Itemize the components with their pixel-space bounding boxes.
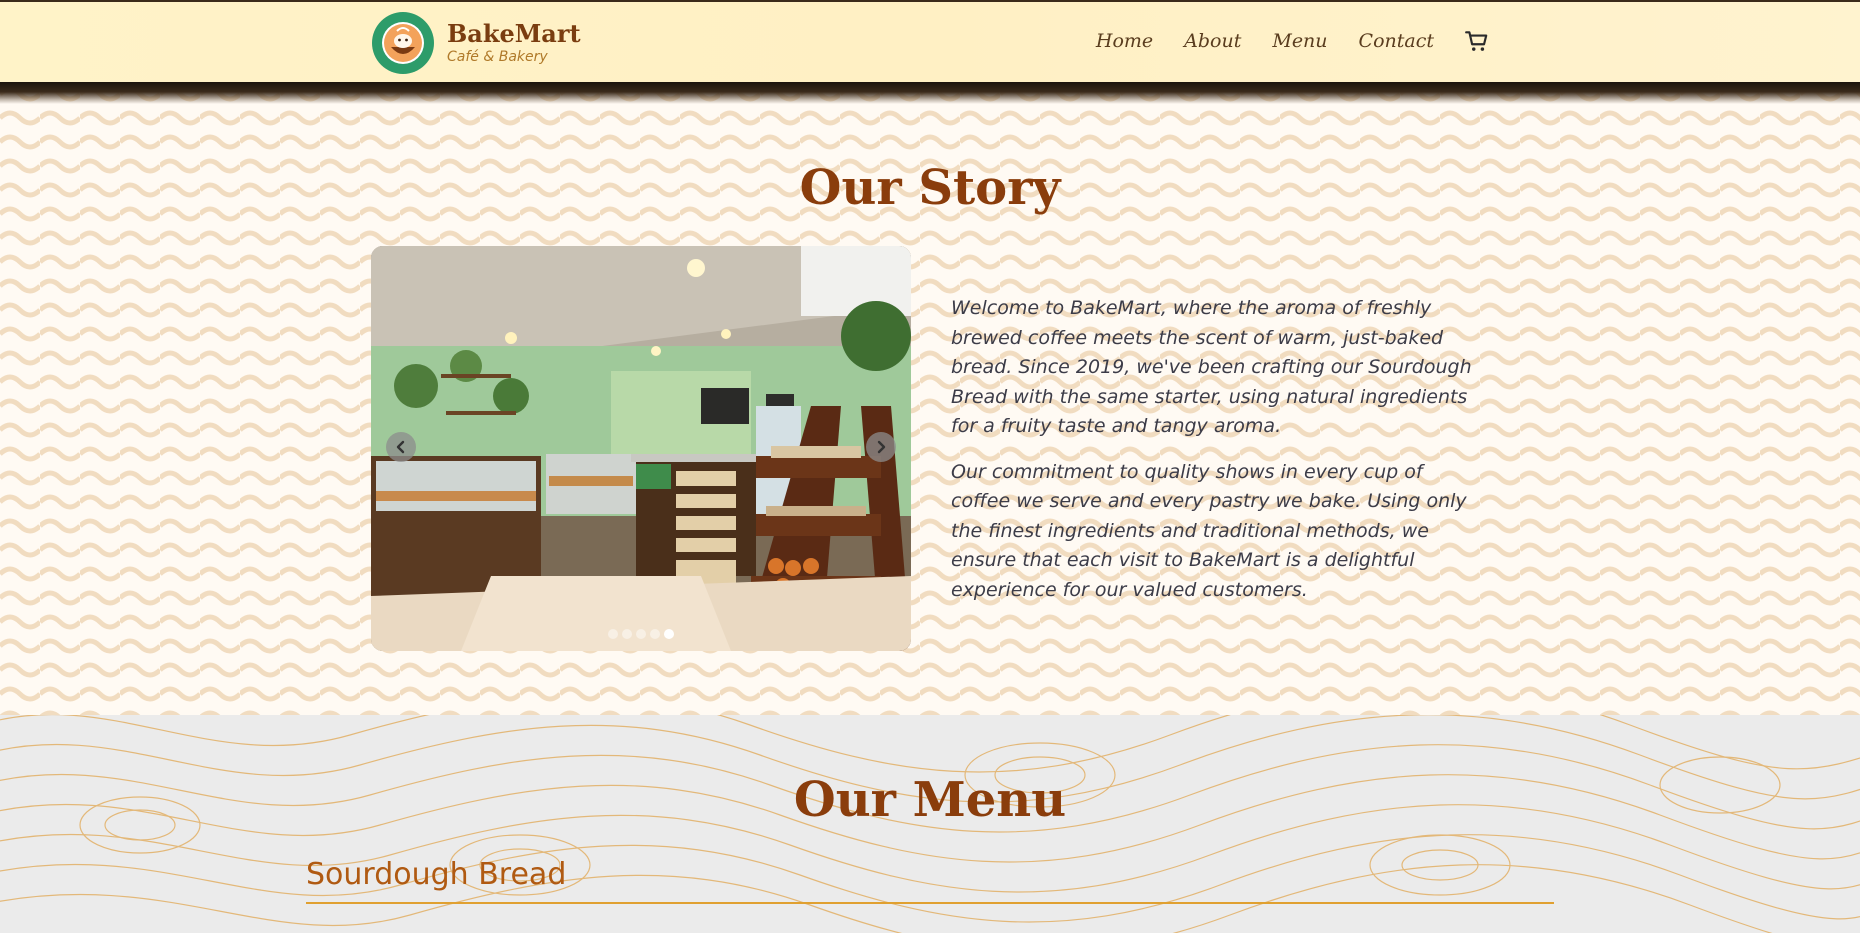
carousel-dot-4[interactable]: [650, 629, 660, 639]
carousel-dot-1[interactable]: [608, 629, 618, 639]
brand-name: BakeMart: [447, 19, 581, 48]
story-paragraph-2: Our commitment to quality shows in every…: [951, 460, 1467, 601]
menu-category-heading: Sourdough Bread: [306, 857, 567, 892]
cart-icon[interactable]: [1464, 28, 1490, 54]
chevron-left-icon: [396, 440, 405, 454]
nav-link-menu[interactable]: Menu: [1272, 30, 1327, 52]
carousel-dot-5[interactable]: [664, 629, 674, 639]
menu-category-divider: [306, 902, 1554, 904]
nav-link-contact[interactable]: Contact: [1359, 30, 1434, 52]
carousel-next-button[interactable]: [866, 432, 896, 462]
story-title: Our Story: [799, 160, 1061, 216]
bakery-interior-photo: [371, 246, 911, 651]
carousel-dot-3[interactable]: [636, 629, 646, 639]
chevron-right-icon: [877, 440, 886, 454]
brand-tagline: Café & Bakery: [447, 49, 548, 65]
story-paragraph-1: Welcome to BakeMart, where the aroma of …: [951, 297, 1472, 437]
navbar: BakeMart Café & Bakery Home About Menu C…: [0, 0, 1860, 82]
carousel-dot-2[interactable]: [622, 629, 632, 639]
story-carousel[interactable]: [371, 246, 911, 651]
menu-title: Our Menu: [793, 772, 1067, 828]
main-nav: Home About Menu Contact: [1065, 28, 1490, 54]
menu-section: Our Menu Sourdough Bread: [0, 715, 1860, 933]
story-section: Our Story Welcome to BakeMart, where the…: [0, 82, 1860, 715]
hero-image-edge: [0, 82, 1860, 104]
carousel-indicators: [608, 629, 678, 639]
nav-link-about[interactable]: About: [1184, 30, 1241, 52]
bakemart-logo: [372, 12, 434, 74]
carousel-prev-button[interactable]: [386, 432, 416, 462]
story-text: Welcome to BakeMart, where the aroma of …: [951, 294, 1481, 621]
brand[interactable]: BakeMart Café & Bakery: [371, 11, 581, 75]
nav-link-home[interactable]: Home: [1096, 30, 1153, 52]
